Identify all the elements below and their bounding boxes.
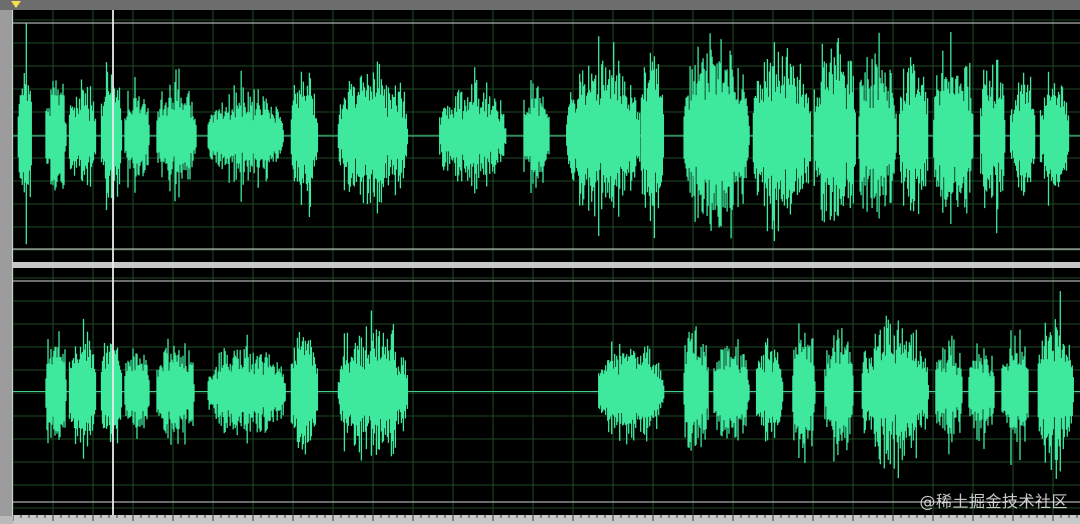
waveform-burst xyxy=(523,80,550,193)
waveform-burst xyxy=(980,59,1006,234)
waveform-burst xyxy=(124,348,150,439)
waveform-burst xyxy=(1039,71,1070,206)
waveform-right-svg xyxy=(13,268,1080,515)
waveform-channel-left[interactable] xyxy=(13,10,1080,262)
waveform-left-svg xyxy=(13,10,1080,262)
audio-editor-window: @稀土掘金技术社区 xyxy=(0,0,1080,524)
waveform-burst xyxy=(713,339,750,441)
waveform-burst xyxy=(792,323,816,463)
waveform-burst xyxy=(290,71,319,217)
waveform-burst xyxy=(100,62,123,211)
watermark-text: @稀土掘金技术社区 xyxy=(919,492,1068,511)
waveform-burst xyxy=(824,328,854,462)
waveform-burst xyxy=(124,77,150,193)
waveform-burst xyxy=(1001,329,1029,465)
playhead-marker-icon[interactable] xyxy=(11,1,21,8)
waveform-burst xyxy=(683,326,709,451)
time-ruler-ticks xyxy=(13,515,1078,521)
waveform-burst xyxy=(439,67,507,194)
waveform-burst xyxy=(45,331,67,444)
waveform-burst xyxy=(752,42,812,241)
waveform-burst xyxy=(156,338,195,445)
waveform-burst xyxy=(861,315,929,479)
playback-cursor[interactable] xyxy=(112,10,114,515)
waveform-burst xyxy=(858,32,897,219)
waveform-burst xyxy=(640,52,665,239)
waveform-channel-right[interactable] xyxy=(13,268,1080,515)
waveform-burst xyxy=(45,80,67,191)
waveform-burst xyxy=(933,32,974,224)
waveform-burst xyxy=(898,57,929,214)
time-ruler-bottom[interactable] xyxy=(13,515,1080,524)
waveform-burst xyxy=(968,343,995,449)
waveform-burst xyxy=(68,319,97,459)
waveform-burst xyxy=(337,61,409,214)
channel-gutter xyxy=(0,10,13,516)
waveform-burst xyxy=(935,335,963,455)
waveform-burst xyxy=(100,343,123,444)
waveform-burst xyxy=(68,79,97,187)
waveform-burst xyxy=(207,334,286,444)
waveform-burst xyxy=(1037,291,1074,479)
waveform-burst xyxy=(337,310,409,461)
waveform-burst xyxy=(290,332,319,455)
waveform-burst xyxy=(17,23,32,245)
waveform-burst xyxy=(207,70,284,202)
waveform-burst xyxy=(755,338,784,442)
waveform-burst xyxy=(598,341,665,445)
